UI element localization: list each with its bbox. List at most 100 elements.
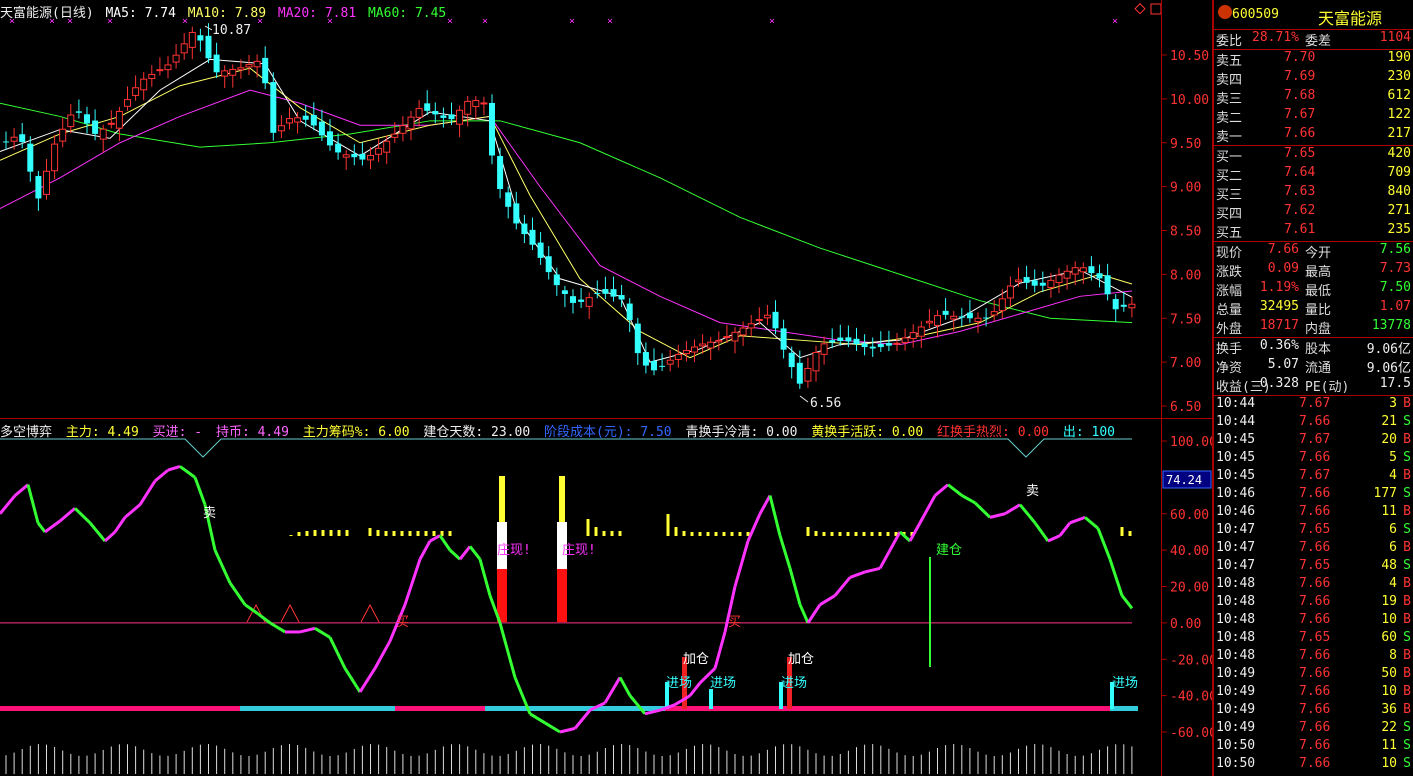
candle-up: [399, 125, 407, 134]
bid-row[interactable]: 买五 7.61 235: [1214, 222, 1413, 241]
weicha-label: 委差: [1305, 34, 1332, 49]
indicator-axis-label: -60.00: [1170, 726, 1213, 741]
ask-row[interactable]: 卖五 7.70 190: [1214, 50, 1413, 69]
activity-tick: [416, 531, 420, 536]
candle-up: [1015, 279, 1022, 283]
candle-down: [335, 143, 342, 153]
tick-volume: 11: [1381, 504, 1397, 519]
stats-block-2: 换手 0.36% 股本 9.06亿 净资 5.07 流通 9.06亿 收益(三) 0.328 PE(…: [1214, 338, 1413, 395]
candle-down: [424, 103, 431, 111]
kline-chart[interactable]: 10.50 10.00 9.50 9.00 8.50 8.00 7.50 7.00 6.50 ×…: [0, 0, 1213, 418]
tick-row: 10:49 7.66 22 S: [1214, 720, 1413, 738]
activity-tick: [682, 531, 686, 536]
bid-row[interactable]: 买二 7.64 709: [1214, 165, 1413, 184]
candle-down: [545, 256, 552, 273]
tick-price: 7.66: [1299, 576, 1331, 591]
tick-row: 10:45 7.67 20 B: [1214, 432, 1413, 450]
candle-down: [561, 290, 568, 295]
candle-down: [351, 153, 358, 158]
ma10-value: MA10: 7.89: [187, 6, 267, 21]
oscillator-segment: [934, 483, 949, 497]
tick-time: 10:47: [1216, 540, 1256, 555]
oscillator-segment: [1018, 503, 1037, 524]
maximize-icon[interactable]: [1150, 3, 1162, 15]
oscillator-segment: [498, 622, 517, 678]
tick-price: 7.66: [1299, 504, 1331, 519]
oscillator-segment: [257, 612, 271, 625]
activity-tick: [738, 532, 742, 536]
candle-down: [861, 343, 868, 348]
bid-volume: 235: [1387, 222, 1411, 237]
ask-row[interactable]: 卖三 7.68 612: [1214, 88, 1413, 107]
bid-list: 买一 7.65 420 买二 7.64 709 买三 7.63 840 买四 7.62 271 买五 7.…: [1214, 146, 1413, 241]
tick-price: 7.65: [1299, 522, 1331, 537]
ask-row[interactable]: 卖四 7.69 230: [1214, 69, 1413, 88]
oscillator-segment: [798, 604, 810, 624]
weicha-value: 1104: [1379, 30, 1411, 45]
ask-price: 7.70: [1284, 50, 1316, 65]
tick-price: 7.66: [1299, 720, 1331, 735]
diamond-icon[interactable]: [1134, 3, 1146, 15]
activity-tick: [674, 527, 678, 536]
stat-label: 流通: [1305, 361, 1332, 376]
zhuli-value: 主力: 4.49: [65, 425, 139, 440]
oscillator-segment: [328, 636, 347, 669]
bid-row[interactable]: 买一 7.65 420: [1214, 146, 1413, 165]
tick-time: 10:46: [1216, 504, 1256, 519]
bid-row[interactable]: 买三 7.63 840: [1214, 184, 1413, 203]
stat-label: 最高: [1305, 265, 1332, 280]
candle-up: [909, 332, 917, 339]
candle-up: [156, 69, 164, 72]
maijin-value: 买进: -: [152, 425, 203, 440]
tick-side: B: [1403, 576, 1411, 591]
ma5-value: MA5: 7.74: [105, 6, 176, 21]
tick-time: 10:50: [1216, 738, 1256, 753]
candle-up: [342, 154, 350, 158]
oscillator-segment: [1108, 558, 1124, 597]
candle-up: [253, 60, 261, 68]
candle-up: [820, 343, 828, 355]
ask-row[interactable]: 卖二 7.67 122: [1214, 107, 1413, 126]
bid-price: 7.64: [1284, 165, 1316, 180]
state-band: [240, 706, 256, 711]
candle-up: [998, 298, 1006, 312]
tick-list[interactable]: 10:44 7.67 3 B 10:44 7.66 21 S 10:45 7.67 20 B 10:45…: [1214, 396, 1413, 774]
ask-row[interactable]: 卖一 7.66 217: [1214, 126, 1413, 145]
oscillator-segment: [973, 501, 992, 519]
oscillator-segment: [179, 465, 196, 479]
jinchang-label: 进场: [710, 676, 736, 691]
indicator-axis-label: 60.00: [1170, 508, 1209, 523]
candle-up: [277, 125, 285, 132]
tick-row: 10:45 7.67 4 B: [1214, 468, 1413, 486]
tick-row: 10:46 7.66 177 S: [1214, 486, 1413, 504]
candle-down: [942, 310, 949, 315]
tick-time: 10:49: [1216, 666, 1256, 681]
activity-tick: [878, 532, 882, 536]
kline-panel[interactable]: 10.50 10.00 9.50 9.00 8.50 8.00 7.50 7.00 6.50 ×…: [0, 0, 1213, 418]
jinchang-label: 进场: [1112, 676, 1138, 691]
oscillator-segment: [14, 483, 29, 497]
activity-tick: [305, 531, 309, 536]
tick-price: 7.67: [1299, 432, 1331, 447]
state-band: [665, 706, 815, 711]
stat-value: 9.06亿: [1366, 342, 1411, 357]
low-price-label: 6.56: [810, 396, 841, 411]
bid-row[interactable]: 买四 7.62 271: [1214, 203, 1413, 222]
oscillator-segment: [603, 676, 622, 704]
candle-up: [674, 354, 682, 360]
tick-time: 10:44: [1216, 414, 1256, 429]
tick-time: 10:47: [1216, 558, 1256, 573]
sell-label: 卖: [203, 506, 216, 521]
indicator-axis-label: -40.00: [1170, 690, 1213, 705]
bid-label: 买一: [1216, 150, 1243, 165]
quote-header[interactable]: 600509 天富能源: [1214, 0, 1413, 30]
candle-down: [837, 337, 844, 342]
oscillator-segment: [1004, 503, 1021, 516]
activity-tick: [392, 531, 396, 536]
ma60-value: MA60: 7.45: [367, 6, 447, 21]
signal-marker: ×: [1112, 16, 1118, 27]
price-axis-label: 6.50: [1170, 400, 1201, 415]
candle-down: [1120, 304, 1127, 307]
indicator-panel[interactable]: 100.0080.0060.0040.0020.000.00-20.00-40.…: [0, 419, 1217, 776]
indicator-chart[interactable]: 100.0080.0060.0040.0020.000.00-20.00-40.…: [0, 419, 1217, 776]
